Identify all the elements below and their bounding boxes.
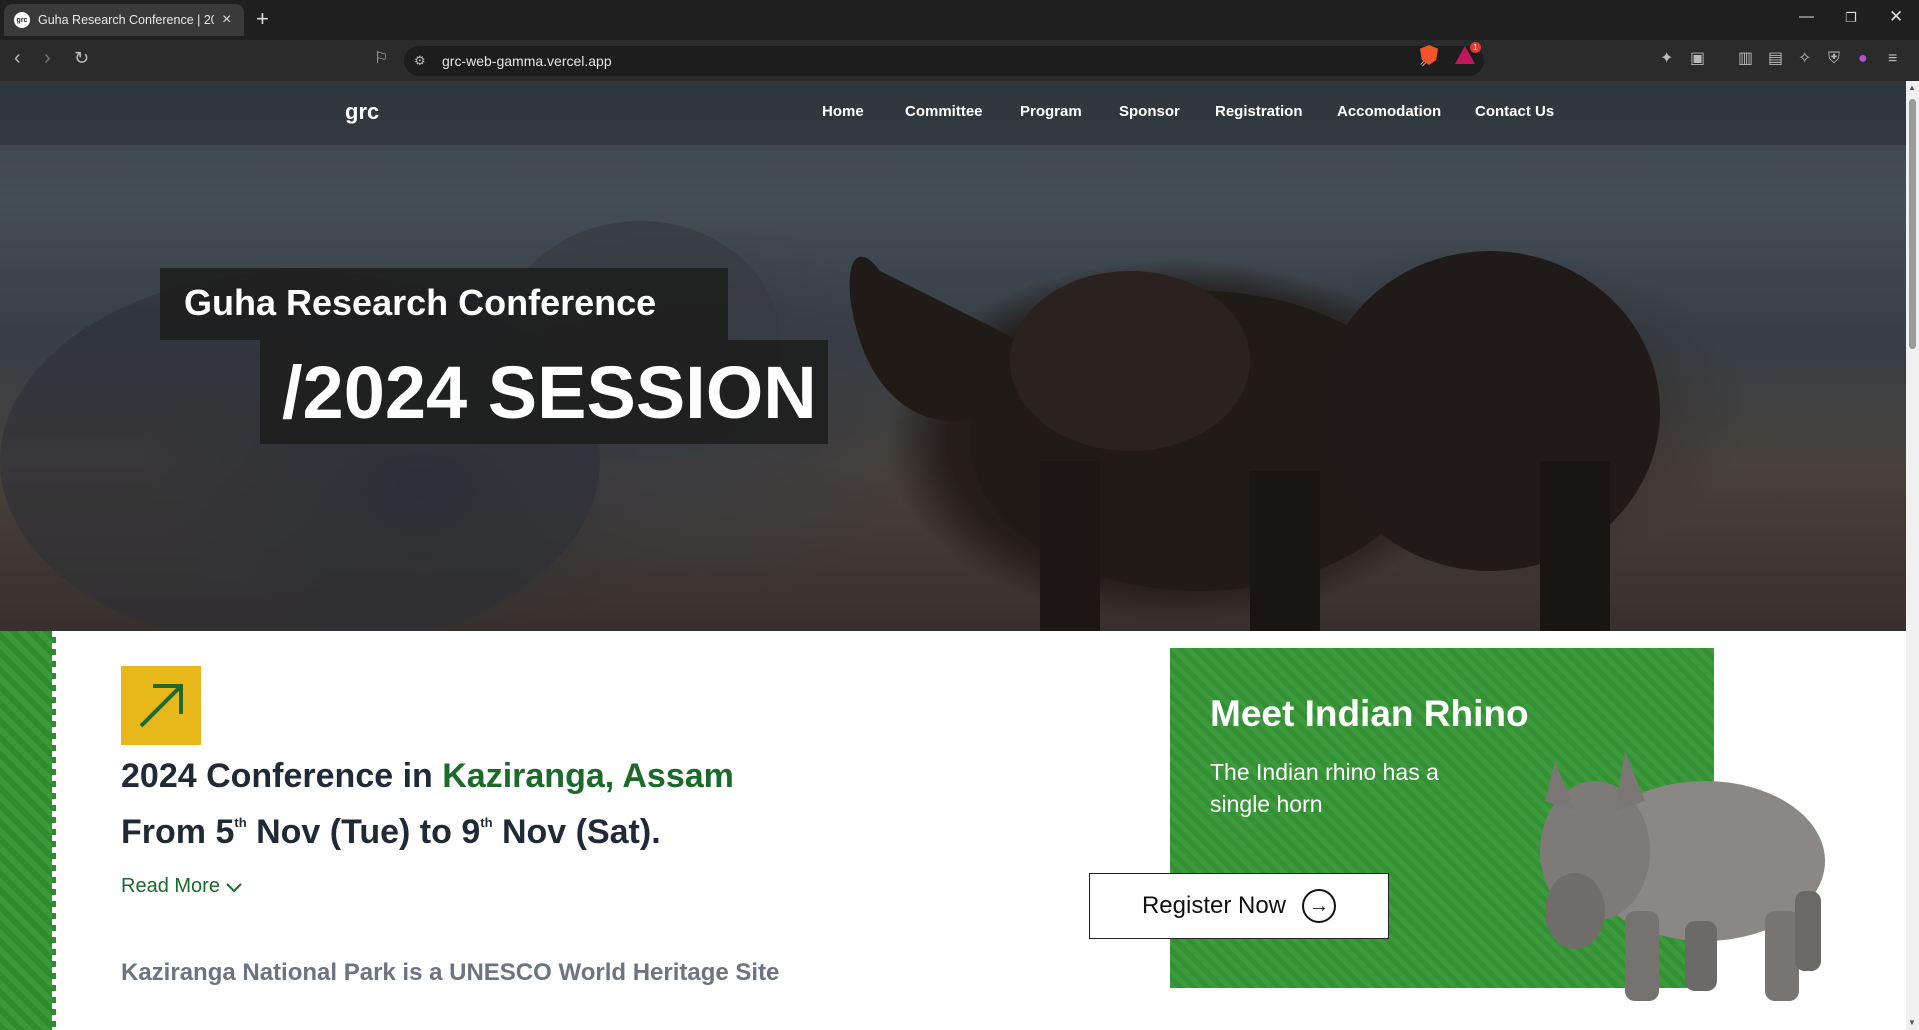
chevron-down-icon bbox=[225, 883, 242, 893]
page-scrollbar[interactable]: ▲ ▼ bbox=[1906, 81, 1919, 1030]
back-icon[interactable]: ‹ bbox=[14, 48, 21, 68]
hero-session-box: /2024 SESSION bbox=[260, 340, 828, 444]
conference-prefix: 2024 Conference in bbox=[121, 757, 443, 795]
restore-icon[interactable]: ❐ bbox=[1845, 10, 1857, 26]
nav-program[interactable]: Program bbox=[1020, 103, 1082, 120]
read-more-label: Read More bbox=[121, 875, 220, 897]
read-more-link[interactable]: Read More bbox=[121, 875, 242, 898]
menu-icon[interactable]: ≡ bbox=[1888, 50, 1897, 68]
scrollbar-thumb[interactable] bbox=[1909, 99, 1916, 349]
address-bar[interactable]: ⚙ grc-web-gamma.vercel.app ⇗ bbox=[404, 46, 1484, 76]
close-tab-icon[interactable]: × bbox=[222, 11, 231, 29]
hero-title: Guha Research Conference bbox=[184, 282, 657, 323]
nav-registration[interactable]: Registration bbox=[1215, 103, 1303, 120]
date-mid: Nov (Tue) to 9 bbox=[246, 813, 481, 851]
bookmark-icon[interactable]: ⚐ bbox=[374, 50, 388, 68]
date-from: From 5 bbox=[121, 813, 235, 851]
site-info-icon[interactable]: ⚙ bbox=[414, 53, 426, 69]
site-logo[interactable]: grc bbox=[345, 99, 379, 125]
nav-home[interactable]: Home bbox=[822, 103, 864, 120]
new-tab-icon[interactable]: + bbox=[256, 8, 269, 30]
conference-location-heading: 2024 Conference in Kaziranga, Assam bbox=[121, 757, 734, 796]
register-now-button[interactable]: Register Now → bbox=[1089, 873, 1389, 939]
browser-tab-bar: grc Guha Research Conference | 2024 × + … bbox=[0, 0, 1919, 40]
rhino-card-title: Meet Indian Rhino bbox=[1210, 693, 1529, 734]
hero-session: /2024 SESSION bbox=[282, 351, 817, 434]
leo-ai-icon[interactable]: ✧ bbox=[1798, 50, 1811, 68]
sidebar-icon[interactable]: ▥ bbox=[1738, 50, 1753, 68]
nav-sponsor[interactable]: Sponsor bbox=[1119, 103, 1180, 120]
reload-icon[interactable]: ↻ bbox=[74, 48, 89, 68]
register-now-label: Register Now bbox=[1141, 892, 1287, 919]
site-favicon-icon: grc bbox=[14, 12, 30, 28]
nav-accomodation[interactable]: Accomodation bbox=[1337, 103, 1441, 120]
nav-committee[interactable]: Committee bbox=[905, 103, 983, 120]
tab-title: Guha Research Conference | 2024 bbox=[38, 13, 214, 27]
green-pattern-strip bbox=[0, 631, 56, 1030]
unesco-text: Kaziranga National Park is a UNESCO Worl… bbox=[121, 959, 780, 986]
scroll-up-icon[interactable]: ▲ bbox=[1908, 83, 1916, 92]
profile-icon[interactable]: ● bbox=[1858, 50, 1868, 68]
rhino-image bbox=[1540, 751, 1825, 1001]
page-viewport: grc Home Committee Program Sponsor Regis… bbox=[0, 81, 1919, 1030]
forward-icon[interactable]: › bbox=[44, 48, 51, 68]
close-window-icon[interactable]: ✕ bbox=[1889, 7, 1903, 27]
minimize-icon[interactable]: — bbox=[1799, 8, 1814, 25]
date-end: Nov (Sat). bbox=[492, 813, 661, 851]
browser-tab[interactable]: grc Guha Research Conference | 2024 × bbox=[4, 4, 244, 36]
site-navbar: grc Home Committee Program Sponsor Regis… bbox=[0, 81, 1906, 145]
conference-location: Kaziranga, Assam bbox=[442, 757, 734, 795]
extensions-icon[interactable]: ✦ bbox=[1660, 50, 1673, 68]
dashed-divider bbox=[52, 631, 56, 1030]
date-from-suffix: th bbox=[234, 815, 247, 830]
date-to-suffix: th bbox=[480, 815, 493, 830]
vpn-icon[interactable]: ⛨ bbox=[1828, 50, 1840, 68]
rewards-badge: 1 bbox=[1470, 42, 1481, 53]
wallet-icon[interactable]: ▤ bbox=[1768, 50, 1783, 68]
rhino-card-description: The Indian rhino has a single horn bbox=[1210, 759, 1439, 817]
hero-title-box: Guha Research Conference bbox=[160, 268, 728, 340]
url-text: grc-web-gamma.vercel.app bbox=[442, 53, 612, 69]
hero-banner: grc Home Committee Program Sponsor Regis… bbox=[0, 81, 1906, 631]
scroll-down-icon[interactable]: ▼ bbox=[1908, 1018, 1916, 1027]
browser-toolbar: ‹ › ↻ ⚐ ⚙ grc-web-gamma.vercel.app ⇗ 1 ✦… bbox=[0, 40, 1919, 81]
nav-contact-us[interactable]: Contact Us bbox=[1475, 103, 1554, 120]
arrow-right-circle-icon: → bbox=[1302, 889, 1337, 923]
arrow-up-right-icon bbox=[121, 666, 201, 745]
screenshot-icon[interactable]: ▣ bbox=[1690, 50, 1705, 68]
conference-dates-heading: From 5th Nov (Tue) to 9th Nov (Sat). bbox=[121, 813, 661, 852]
